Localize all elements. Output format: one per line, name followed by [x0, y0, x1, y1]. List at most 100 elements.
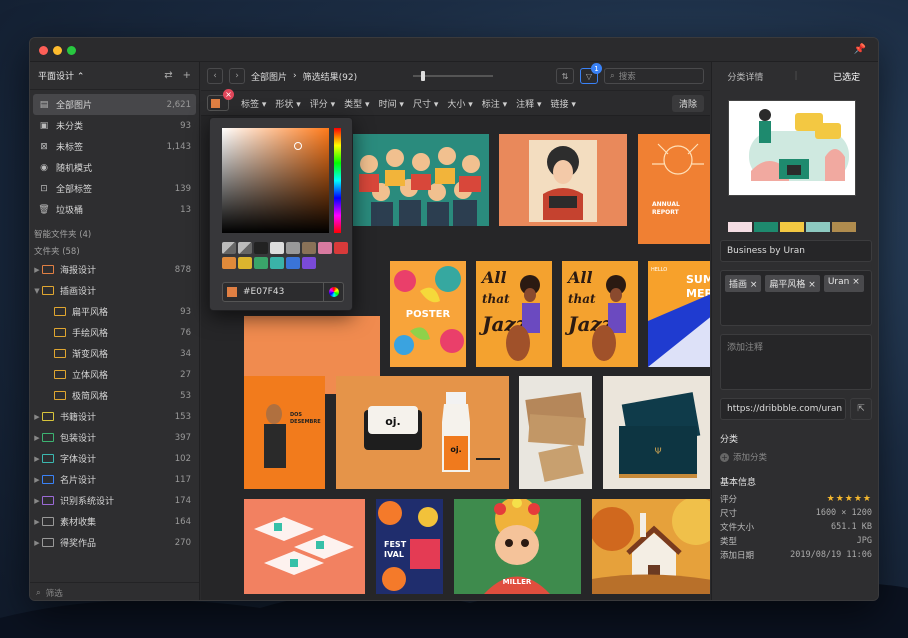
search-input[interactable]: ⌕ 搜索: [604, 68, 704, 84]
forward-button[interactable]: ›: [229, 68, 245, 84]
palette-swatch[interactable]: [728, 222, 752, 232]
remove-tag-icon[interactable]: ×: [849, 277, 860, 287]
remove-color-filter-icon[interactable]: ×: [223, 89, 234, 100]
sidebar-item-all-tags[interactable]: ⊡ 全部标签 139: [30, 178, 199, 199]
sort-button[interactable]: ⇅: [556, 68, 574, 84]
grid-thumbnail[interactable]: ANNUAL REPORT: [638, 134, 710, 244]
grid-thumbnail[interactable]: Ψ: [603, 376, 710, 489]
clear-filters-button[interactable]: 清除: [671, 94, 704, 112]
minimize-window-button[interactable]: [53, 46, 62, 55]
tag-chip[interactable]: Uran ×: [823, 275, 864, 292]
preset-swatch[interactable]: [254, 242, 268, 254]
add-icon[interactable]: +: [183, 70, 191, 81]
chevron-right-icon[interactable]: ▶: [32, 434, 42, 442]
grid-thumbnail[interactable]: [519, 376, 592, 489]
folder-item[interactable]: ▶ 素材收集 164: [30, 511, 199, 532]
folder-item[interactable]: 极简风格 53: [30, 385, 199, 406]
preset-swatch[interactable]: [334, 242, 348, 254]
grid-thumbnail[interactable]: oj. oj.: [336, 376, 509, 489]
preset-swatch[interactable]: [286, 257, 300, 269]
zoom-window-button[interactable]: [67, 46, 76, 55]
grid-thumbnail[interactable]: [351, 134, 489, 226]
filter-tab[interactable]: 标注 ▾: [482, 97, 507, 110]
tab-category-detail[interactable]: 分类详情: [720, 70, 771, 83]
palette-swatch[interactable]: [832, 222, 856, 232]
palette-swatch[interactable]: [754, 222, 778, 232]
sidebar-item-untagged[interactable]: ⊠ 未标签 1,143: [30, 136, 199, 157]
name-field[interactable]: Business by Uran: [720, 240, 872, 262]
folder-item[interactable]: ▶ 识别系统设计 174: [30, 490, 199, 511]
sidebar-item-uncategorized[interactable]: ▣ 未分类 93: [30, 115, 199, 136]
grid-thumbnail[interactable]: DOS DESEMBRE: [244, 376, 325, 489]
color-saturation-area[interactable]: [222, 128, 329, 233]
tab-selected[interactable]: 已选定: [821, 70, 872, 83]
chevron-right-icon[interactable]: ▶: [32, 518, 42, 526]
chevron-right-icon[interactable]: ▶: [32, 266, 42, 274]
folder-item[interactable]: ▶ 得奖作品 270: [30, 532, 199, 553]
hue-slider[interactable]: [334, 128, 341, 233]
preset-swatch[interactable]: [286, 242, 300, 254]
chevron-right-icon[interactable]: ▶: [32, 497, 42, 505]
image-preview[interactable]: [728, 100, 856, 196]
pin-icon[interactable]: 📌: [854, 44, 866, 55]
chevron-down-icon[interactable]: ▼: [32, 287, 42, 295]
preset-swatch[interactable]: [302, 257, 316, 269]
preset-swatch[interactable]: [270, 257, 284, 269]
url-field[interactable]: https://dribbble.com/uran: [720, 398, 846, 420]
grid-thumbnail[interactable]: FEST IVAL: [376, 499, 443, 594]
folders-header[interactable]: 文件夹 (58): [30, 242, 199, 259]
filter-tab[interactable]: 标签 ▾: [241, 97, 266, 110]
grid-thumbnail[interactable]: POSTER: [390, 261, 466, 367]
filter-tab[interactable]: 形状 ▾: [275, 97, 300, 110]
preset-swatch[interactable]: [222, 242, 236, 254]
grid-thumbnail[interactable]: [244, 499, 365, 594]
open-link-button[interactable]: ⇱: [850, 398, 872, 420]
folder-item[interactable]: ▼ 插画设计: [30, 280, 199, 301]
tag-chip[interactable]: 插画 ×: [725, 275, 762, 292]
grid-thumbnail[interactable]: All that Jazz: [476, 261, 552, 367]
color-wheel-button[interactable]: [323, 282, 343, 302]
color-filter-chip[interactable]: ×: [207, 89, 234, 111]
tag-chip[interactable]: 扁平风格 ×: [765, 275, 820, 292]
remove-tag-icon[interactable]: ×: [747, 280, 758, 290]
folder-item[interactable]: 渐变风格 34: [30, 343, 199, 364]
remove-tag-icon[interactable]: ×: [805, 280, 816, 290]
preset-swatch[interactable]: [254, 257, 268, 269]
preset-swatch[interactable]: [318, 242, 332, 254]
filter-tab[interactable]: 注释 ▾: [516, 97, 541, 110]
filter-tab[interactable]: 链接 ▾: [551, 97, 576, 110]
folder-item[interactable]: ▶ 包装设计 397: [30, 427, 199, 448]
folder-item[interactable]: 扁平风格 93: [30, 301, 199, 322]
filter-tab[interactable]: 评分 ▾: [310, 97, 335, 110]
folder-item[interactable]: ▶ 名片设计 117: [30, 469, 199, 490]
folder-item[interactable]: ▶ 字体设计 102: [30, 448, 199, 469]
sidebar-filter-input[interactable]: ⌕ 筛选: [30, 582, 199, 600]
color-cursor[interactable]: [294, 142, 302, 150]
filter-tab[interactable]: 大小 ▾: [447, 97, 472, 110]
library-switcher[interactable]: 平面设计 ⌃: [38, 69, 84, 82]
sync-icon[interactable]: ⇄: [164, 70, 172, 81]
close-window-button[interactable]: [39, 46, 48, 55]
add-category-button[interactable]: + 添加分类: [720, 451, 872, 463]
rating-stars[interactable]: ★★★★★: [827, 494, 872, 504]
grid-thumbnail[interactable]: MILLER: [454, 499, 581, 594]
sidebar-item-trash[interactable]: 🗑 垃圾桶 13: [30, 199, 199, 220]
tags-field[interactable]: 插画 × 扁平风格 × Uran ×: [720, 270, 872, 326]
chevron-right-icon[interactable]: ▶: [32, 413, 42, 421]
note-field[interactable]: 添加注释: [720, 334, 872, 390]
zoom-slider[interactable]: [413, 71, 494, 81]
preset-swatch[interactable]: [238, 242, 252, 254]
folder-item[interactable]: ▶ 书籍设计 153: [30, 406, 199, 427]
preset-swatch[interactable]: [270, 242, 284, 254]
grid-thumbnail[interactable]: HELLO SUM MER: [648, 261, 710, 367]
filter-tab[interactable]: 类型 ▾: [344, 97, 369, 110]
back-button[interactable]: ‹: [207, 68, 223, 84]
folder-item[interactable]: ▶ 海报设计 878: [30, 259, 199, 280]
filter-tab[interactable]: 时间 ▾: [379, 97, 404, 110]
folder-item[interactable]: 手绘风格 76: [30, 322, 199, 343]
smart-folders-header[interactable]: 智能文件夹 (4): [30, 225, 199, 242]
hex-input[interactable]: #E07F43: [222, 282, 344, 302]
sidebar-item-all-images[interactable]: ▤ 全部图片 2,621: [33, 94, 196, 115]
preset-swatch[interactable]: [222, 257, 236, 269]
grid-thumbnail[interactable]: [499, 134, 627, 226]
